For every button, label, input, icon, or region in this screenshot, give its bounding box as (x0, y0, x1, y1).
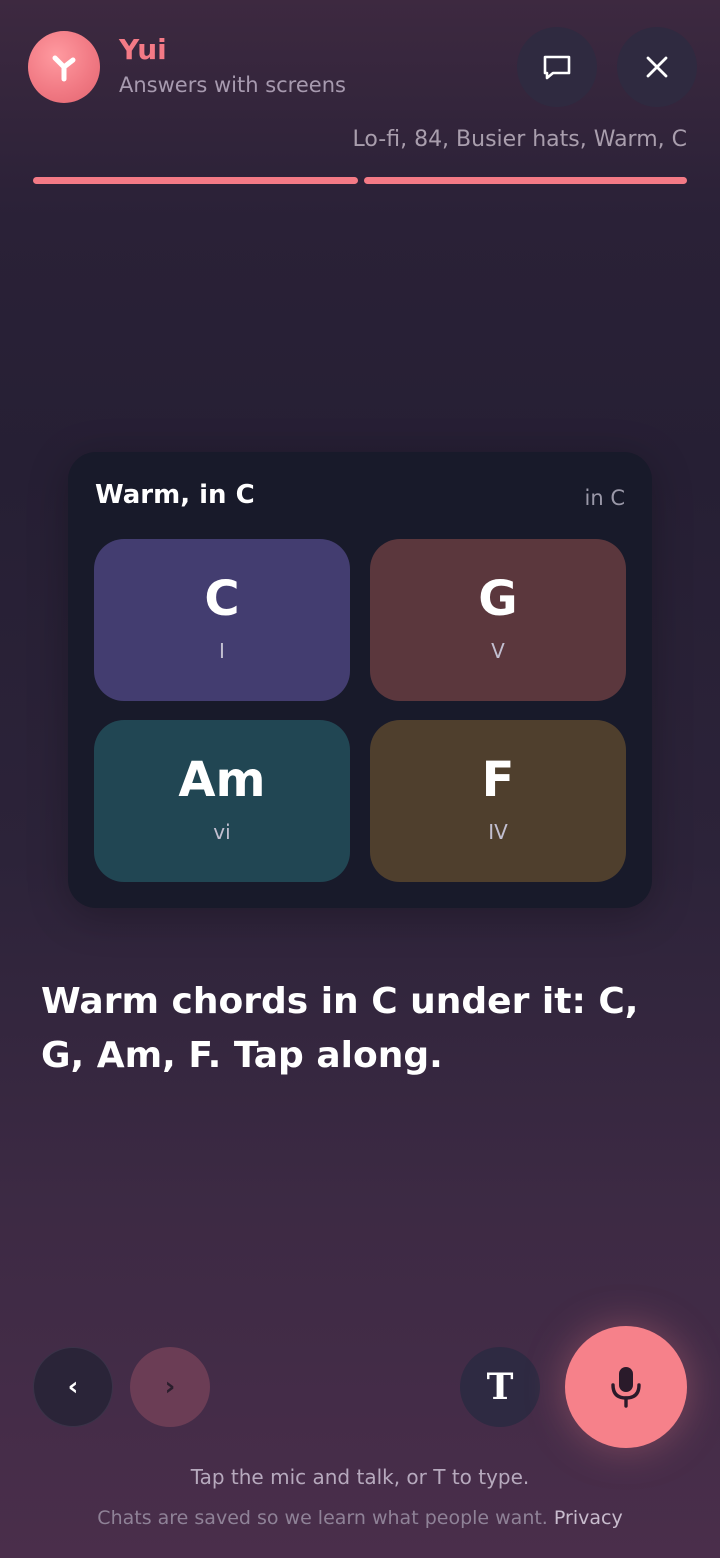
previous-button[interactable]: ‹ (33, 1347, 113, 1427)
type-button[interactable]: T (460, 1347, 540, 1427)
assistant-subtitle: Answers with screens (119, 73, 346, 97)
close-button[interactable] (617, 27, 697, 107)
progress-segment-1 (33, 177, 358, 184)
chevron-right-icon: › (164, 1372, 176, 1402)
assistant-avatar (28, 31, 100, 103)
mic-button[interactable] (565, 1326, 687, 1448)
chord-name: G (478, 571, 518, 627)
sprout-icon (52, 55, 76, 82)
chord-numeral: I (219, 639, 225, 663)
chord-name: C (204, 571, 240, 627)
input-hint: Tap the mic and talk, or T to type. (190, 1465, 530, 1489)
next-button[interactable]: › (130, 1347, 210, 1427)
chord-tile-f[interactable]: F IV (370, 720, 626, 882)
assistant-message: Warm chords in C under it: C, G, Am, F. … (41, 981, 639, 1076)
card-title: Warm, in C (95, 480, 255, 510)
chord-tile-c[interactable]: C I (94, 539, 350, 701)
assistant-name: Yui (119, 33, 167, 66)
chevron-left-icon: ‹ (67, 1372, 79, 1402)
chord-numeral: V (491, 639, 505, 663)
chat-button[interactable] (517, 27, 597, 107)
chord-numeral: IV (488, 820, 508, 844)
legal-text: Chats are saved so we learn what people … (97, 1507, 548, 1529)
chat-bubble-icon (543, 55, 571, 80)
legal-notice: Chats are saved so we learn what people … (0, 1507, 720, 1529)
close-icon (646, 56, 668, 78)
session-context: Lo-fi, 84, Busier hats, Warm, C (352, 127, 687, 152)
progress-segment-2 (364, 177, 687, 184)
card-key-label: in C (584, 486, 625, 510)
chord-tile-g[interactable]: G V (370, 539, 626, 701)
chord-tile-am[interactable]: Am vi (94, 720, 350, 882)
type-label: T (486, 1366, 514, 1408)
microphone-icon (611, 1367, 641, 1408)
chord-numeral: vi (213, 820, 231, 844)
privacy-link[interactable]: Privacy (554, 1507, 623, 1529)
chord-card: Warm, in C in C C I G V Am vi F IV (68, 452, 652, 908)
chord-name: F (481, 752, 515, 808)
chord-name: Am (178, 752, 266, 808)
